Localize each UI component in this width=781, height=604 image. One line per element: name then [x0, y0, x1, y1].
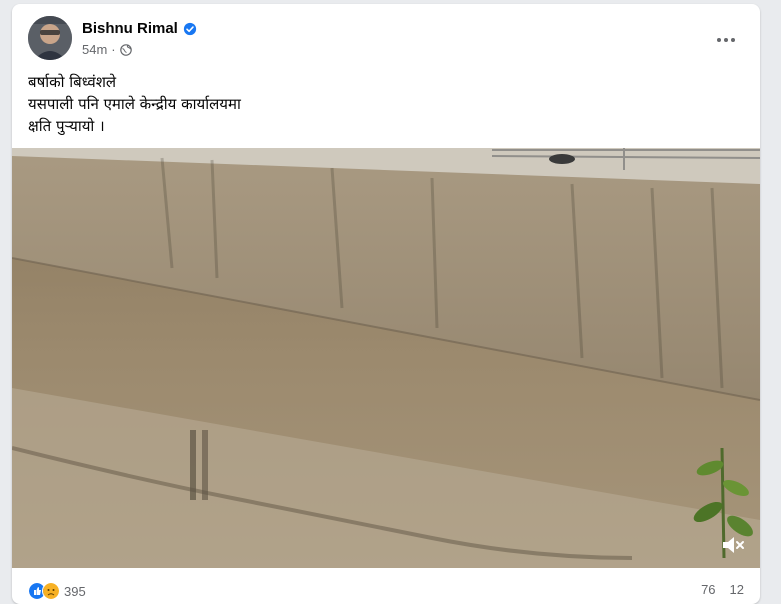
author-name-row: Bishnu Rimal [82, 20, 197, 37]
sad-reaction-icon [42, 582, 60, 600]
verified-badge-icon [183, 22, 196, 35]
post-text-line: बर्षाको बिध्वंशले [28, 73, 117, 91]
meta-separator: · [111, 42, 116, 57]
video-player[interactable] [12, 148, 760, 568]
author-name[interactable]: Bishnu Rimal [82, 20, 178, 37]
post-text: बर्षाको बिध्वंशले यसपाली पनि एमाले केन्द… [28, 71, 728, 137]
reaction-summary[interactable]: 395 [28, 582, 86, 600]
more-options-button[interactable] [708, 30, 744, 50]
post-text-line: यसपाली पनि एमाले केन्द्रीय कार्यालयमा [28, 95, 241, 113]
author-avatar[interactable] [28, 16, 72, 60]
reaction-count: 395 [64, 583, 86, 599]
more-dot-icon [717, 38, 721, 42]
share-count[interactable]: 12 [730, 582, 744, 597]
post-text-line: क्षति पुऱ्यायो । [28, 117, 105, 135]
globe-icon [119, 43, 132, 56]
post-footer: 395 76 12 [28, 580, 744, 600]
post-time[interactable]: 54m [82, 42, 107, 57]
post-card: Bishnu Rimal 54m · बर्षाको बिध्वंशले यसप… [12, 4, 760, 604]
speaker-muted-icon [723, 537, 744, 553]
post-header: Bishnu Rimal 54m · [28, 16, 744, 62]
video-frame [12, 148, 760, 568]
mute-toggle-button[interactable] [720, 532, 746, 558]
engagement-stats: 76 12 [701, 582, 744, 597]
post-meta: 54m · [82, 42, 132, 57]
comment-count[interactable]: 76 [701, 582, 715, 597]
more-dot-icon [724, 38, 728, 42]
more-dot-icon [731, 38, 735, 42]
